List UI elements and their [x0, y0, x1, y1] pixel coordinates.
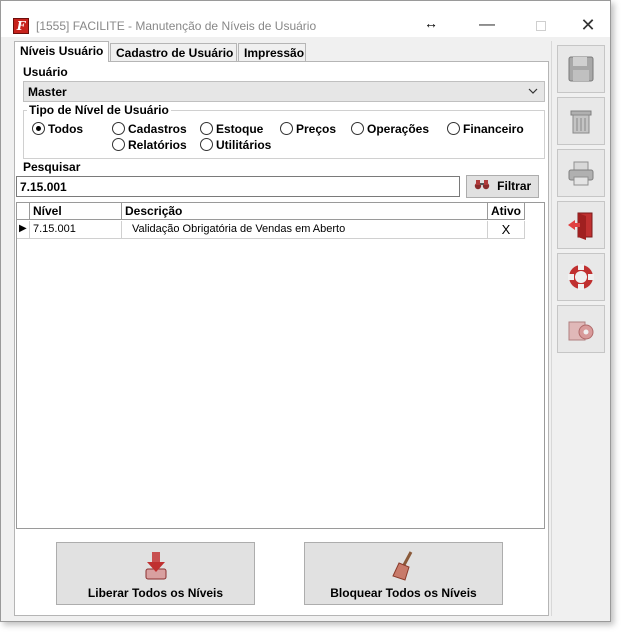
radio-financeiro-label: Financeiro — [463, 122, 524, 136]
tab-panel-niveis: Usuário Master Tipo de Nível de Usuário … — [14, 61, 549, 616]
help-button[interactable] — [557, 253, 605, 301]
radio-financeiro[interactable]: Financeiro — [447, 122, 524, 136]
binoculars-icon — [474, 179, 493, 193]
radio-operacoes-label: Operações — [367, 122, 430, 136]
unlock-download-icon — [57, 549, 254, 583]
settings-gear-icon — [568, 321, 594, 341]
bloquear-todos-button[interactable]: Bloquear Todos os Níveis — [304, 542, 503, 605]
radio-unchecked-icon — [200, 122, 213, 135]
grid-header-indicator — [17, 203, 30, 220]
save-button[interactable] — [557, 45, 605, 93]
cell-descricao[interactable]: Validação Obrigatória de Vendas em Abert… — [122, 221, 488, 239]
save-icon — [568, 56, 594, 82]
radio-unchecked-icon — [112, 138, 125, 151]
chevron-down-icon — [528, 83, 538, 102]
radio-relatorios-label: Relatórios — [128, 138, 187, 152]
row-pointer-icon: ▶ — [17, 221, 30, 239]
radio-unchecked-icon — [351, 122, 364, 135]
delete-button[interactable] — [557, 97, 605, 145]
radio-relatorios[interactable]: Relatórios — [112, 138, 187, 152]
cell-ativo[interactable]: X — [488, 221, 525, 239]
broom-icon — [305, 549, 502, 583]
tipo-nivel-group: Tipo de Nível de Usuário Todos Cadastros… — [23, 103, 545, 159]
niveis-grid[interactable]: Nível Descrição Ativo ▶ 7.15.001 Validaç… — [16, 202, 545, 529]
pesquisar-label: Pesquisar — [23, 160, 81, 174]
printer-icon — [568, 161, 594, 186]
filter-button[interactable]: Filtrar — [466, 175, 539, 198]
resize-arrows-icon: ↔ — [424, 15, 438, 31]
maximize-icon — [536, 21, 546, 31]
radio-estoque-label: Estoque — [216, 122, 264, 136]
grid-header-descricao[interactable]: Descrição — [122, 203, 488, 220]
radio-utilitarios[interactable]: Utilitários — [200, 138, 271, 152]
filter-button-label: Filtrar — [497, 179, 532, 193]
grid-header-ativo[interactable]: Ativo — [488, 203, 525, 220]
exit-door-icon — [568, 212, 593, 240]
liberar-todos-button[interactable]: Liberar Todos os Níveis — [56, 542, 255, 605]
search-input[interactable] — [16, 176, 460, 197]
liberar-todos-label: Liberar Todos os Níveis — [87, 586, 224, 600]
maximize-button[interactable] — [531, 17, 551, 35]
title-bar[interactable]: F [1555] FACILITE - Manutenção de Níveis… — [1, 1, 610, 37]
tipo-nivel-label: Tipo de Nível de Usuário — [27, 103, 171, 117]
radio-cadastros-label: Cadastros — [128, 122, 187, 136]
main-window: F [1555] FACILITE - Manutenção de Níveis… — [0, 0, 611, 622]
radio-checked-icon — [32, 122, 45, 135]
radio-unchecked-icon — [200, 138, 213, 151]
tab-impressao[interactable]: Impressão — [238, 43, 306, 61]
right-toolbar — [551, 41, 609, 616]
radio-estoque[interactable]: Estoque — [200, 122, 263, 136]
app-logo-icon: F — [13, 18, 29, 34]
grid-header: Nível Descrição Ativo — [17, 203, 525, 220]
radio-operacoes[interactable]: Operações — [351, 122, 429, 136]
usuario-select-value: Master — [28, 85, 67, 99]
trash-icon — [570, 110, 592, 134]
help-lifebuoy-icon — [568, 264, 594, 290]
radio-cadastros[interactable]: Cadastros — [112, 122, 187, 136]
radio-unchecked-icon — [447, 122, 460, 135]
exit-button[interactable] — [557, 201, 605, 249]
bloquear-todos-label: Bloquear Todos os Níveis — [330, 586, 477, 600]
window-title: [1555] FACILITE - Manutenção de Níveis d… — [36, 19, 317, 33]
radio-unchecked-icon — [112, 122, 125, 135]
radio-unchecked-icon — [280, 122, 293, 135]
cell-nivel[interactable]: 7.15.001 — [30, 221, 122, 239]
radio-precos-label: Preços — [296, 122, 337, 136]
radio-utilitarios-label: Utilitários — [216, 138, 272, 152]
usuario-label: Usuário — [23, 65, 68, 79]
table-row[interactable]: ▶ 7.15.001 Validação Obrigatória de Vend… — [17, 221, 525, 239]
close-button[interactable]: ✕ — [578, 16, 598, 35]
radio-precos[interactable]: Preços — [280, 122, 336, 136]
tab-niveis-usuario[interactable]: Níveis Usuário — [14, 41, 109, 62]
radio-todos[interactable]: Todos — [32, 122, 83, 136]
tab-cadastro-usuario[interactable]: Cadastro de Usuário — [110, 43, 237, 61]
usuario-select[interactable]: Master — [23, 81, 545, 102]
settings-button[interactable] — [557, 305, 605, 353]
print-button[interactable] — [557, 149, 605, 197]
minimize-button[interactable]: — — [477, 17, 497, 35]
grid-header-nivel[interactable]: Nível — [30, 203, 122, 220]
radio-todos-label: Todos — [48, 122, 84, 136]
